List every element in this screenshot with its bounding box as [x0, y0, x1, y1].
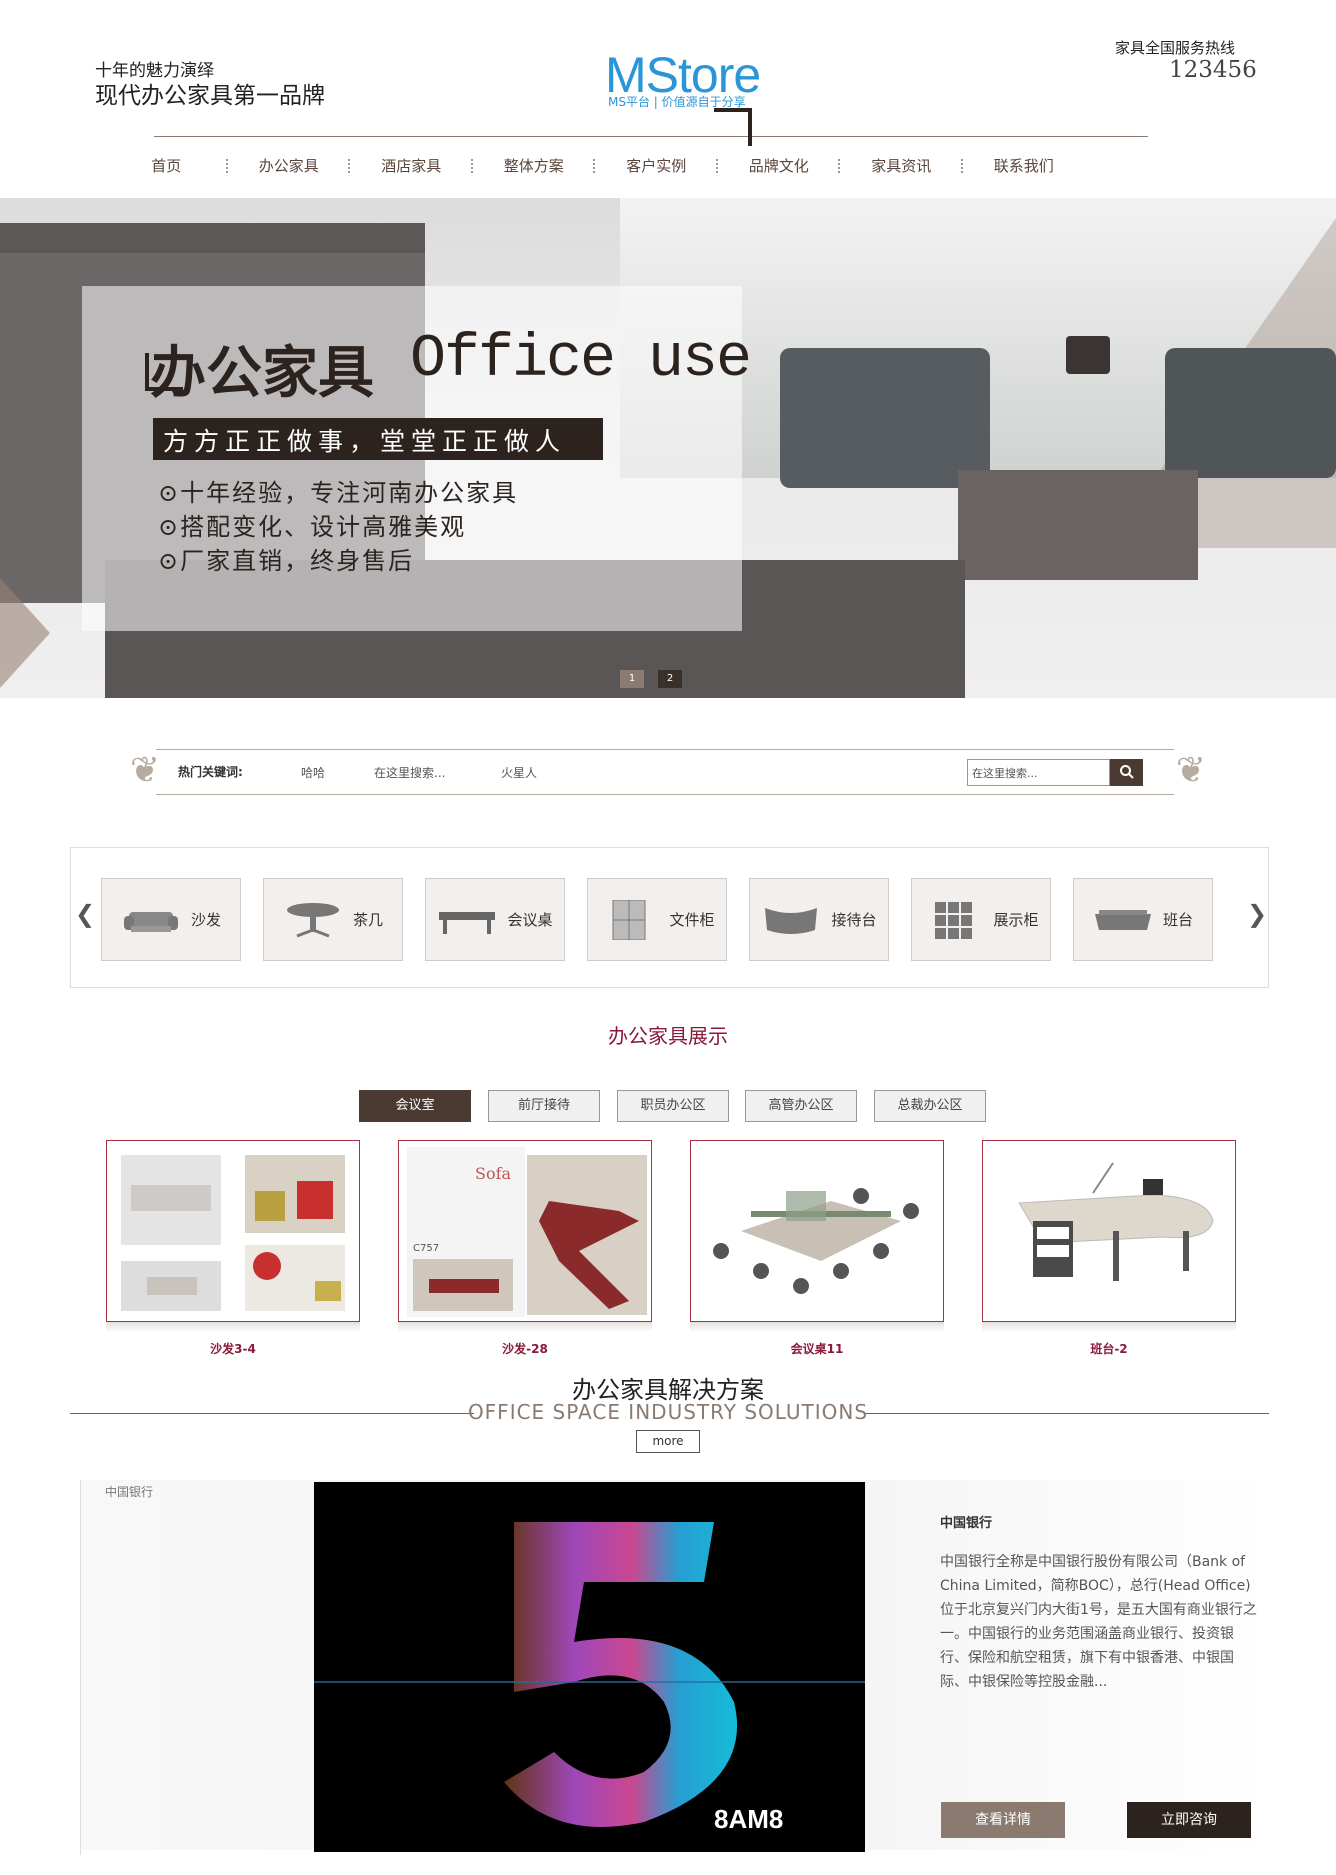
product-caption[interactable]: 沙发3-4	[106, 1340, 360, 1357]
more-button[interactable]: more	[636, 1430, 700, 1453]
product-model-text: C757	[413, 1243, 439, 1254]
product-image: Sofa C757	[407, 1147, 647, 1317]
tab-reception[interactable]: 前厅接待	[488, 1090, 600, 1122]
category-label: 展示柜	[993, 911, 1039, 929]
tab-staff-area[interactable]: 职员办公区	[617, 1090, 729, 1122]
solutions-subtitle: OFFICE SPACE INDUSTRY SOLUTIONS	[467, 1400, 869, 1424]
conference-table-icon	[439, 911, 496, 934]
case-title: 中国银行	[940, 1516, 993, 1531]
category-office-desk[interactable]: 班台	[1073, 878, 1213, 961]
category-tea-table[interactable]: 茶几	[263, 878, 403, 961]
display-cabinet-icon	[935, 901, 973, 939]
product-brand-text: Sofa	[475, 1164, 512, 1183]
product-card[interactable]	[690, 1140, 944, 1322]
view-details-button[interactable]: 查看详情	[941, 1802, 1065, 1838]
slogan-big: 现代办公家具第一品牌	[95, 83, 325, 109]
banner-point: ⊙十年经验，专注河南办公家具	[158, 479, 519, 507]
category-label: 班台	[1162, 911, 1193, 929]
banner-point: ⊙搭配变化、设计高雅美观	[158, 513, 467, 541]
showcase-title: 办公家具展示	[608, 1024, 728, 1048]
main-nav: 首页 办公家具 酒店家具 整体方案 客户实例 品牌文化 家具资讯 联系我们	[105, 155, 1085, 179]
sofa-icon	[123, 911, 178, 932]
category-label: 文件柜	[669, 911, 715, 929]
banner-lamp	[1066, 336, 1110, 374]
product-caption[interactable]: 会议桌11	[690, 1340, 944, 1357]
category-reception-desk[interactable]: 接待台	[749, 878, 889, 961]
banner-coffee-table	[958, 470, 1198, 580]
case-description: 中国银行全称是中国银行股份有限公司（Bank of China Limited，…	[940, 1554, 1257, 1690]
banner-armchair	[780, 348, 990, 488]
consult-now-button[interactable]: 立即咨询	[1127, 1802, 1251, 1838]
category-file-cabinet[interactable]: 文件柜	[587, 878, 727, 961]
banner-point: ⊙厂家直销，终身售后	[158, 547, 415, 575]
search-icon	[1119, 765, 1134, 779]
ornament-right-icon: ❦	[1175, 750, 1207, 791]
category-conference-table[interactable]: 会议桌	[425, 878, 565, 961]
case-video[interactable]: 8AM8	[314, 1482, 865, 1852]
hot-keyword[interactable]: 火星人	[501, 764, 537, 781]
slide-dot-1[interactable]: 1	[620, 670, 644, 688]
nav-item-news[interactable]: 家具资讯	[840, 155, 963, 179]
hot-keyword[interactable]: 哈哈	[301, 764, 325, 781]
video-frame: 8AM8	[314, 1522, 865, 1834]
tea-table-icon	[286, 902, 339, 937]
product-card[interactable]: Sofa C757	[398, 1140, 652, 1322]
banner-title-en: Office use	[410, 326, 752, 394]
category-label: 会议桌	[507, 911, 553, 929]
hotline-label: 家具全国服务热线	[1115, 39, 1236, 57]
product-card[interactable]	[982, 1140, 1236, 1322]
hot-keyword[interactable]: 在这里搜索...	[374, 764, 445, 781]
product-image	[121, 1155, 345, 1311]
product-card[interactable]	[106, 1140, 360, 1322]
product-caption[interactable]: 沙发-28	[398, 1340, 652, 1357]
header-divider	[154, 136, 1148, 137]
product-caption[interactable]: 班台-2	[982, 1340, 1236, 1357]
banner-tagline: 方方正正做事，堂堂正正做人	[153, 418, 603, 460]
nav-item-hotel-furniture[interactable]: 酒店家具	[350, 155, 473, 179]
product-image	[713, 1188, 919, 1294]
slide-dot-2[interactable]: 2	[658, 670, 682, 688]
category-display-cabinet[interactable]: 展示柜	[911, 878, 1051, 961]
case-tab-label[interactable]: 中国银行	[105, 1483, 153, 1500]
nav-item-brand[interactable]: 品牌文化	[718, 155, 841, 179]
nav-item-contact[interactable]: 联系我们	[963, 155, 1086, 179]
office-desk-icon	[1094, 909, 1151, 930]
banner-sofa	[1165, 348, 1336, 478]
video-logo-text: 8AM8	[714, 1804, 783, 1834]
ornament-left-icon: ❦	[129, 750, 161, 791]
search-button[interactable]	[1110, 759, 1143, 786]
tab-executive-area[interactable]: 高管办公区	[745, 1090, 857, 1122]
reception-desk-icon	[765, 907, 818, 934]
category-label: 茶几	[352, 911, 383, 929]
category-sofa[interactable]: 沙发	[101, 878, 241, 961]
banner-title-cn: 办公家具	[150, 340, 374, 406]
nav-item-solutions[interactable]: 整体方案	[473, 155, 596, 179]
nav-item-cases[interactable]: 客户实例	[595, 155, 718, 179]
hotline-number: 123456	[1169, 57, 1257, 83]
nav-item-office-furniture[interactable]: 办公家具	[228, 155, 351, 179]
hot-keywords-label: 热门关键词:	[178, 765, 243, 779]
corner-bracket-top-right	[714, 108, 752, 146]
tab-ceo-area[interactable]: 总裁办公区	[874, 1090, 986, 1122]
search-input[interactable]: 在这里搜索...	[967, 759, 1110, 786]
carousel-prev-icon[interactable]: ❮	[75, 900, 95, 928]
nav-item-home[interactable]: 首页	[105, 155, 228, 179]
product-image	[1018, 1162, 1214, 1281]
tab-meeting-room[interactable]: 会议室	[359, 1090, 471, 1122]
category-label: 沙发	[190, 911, 221, 929]
category-label: 接待台	[831, 911, 877, 929]
file-cabinet-icon	[612, 899, 646, 940]
carousel-next-icon[interactable]: ❯	[1247, 900, 1267, 928]
